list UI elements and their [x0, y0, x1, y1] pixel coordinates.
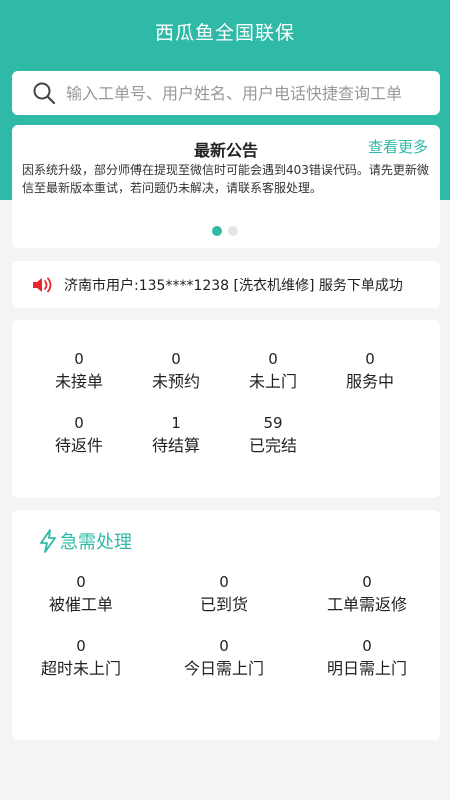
stat-label: 未上门 [248, 372, 297, 391]
stat-value: 0 [219, 637, 229, 655]
stat-label: 待结算 [151, 436, 200, 455]
stat-value: 0 [171, 350, 181, 368]
view-more-link[interactable]: 查看更多 [368, 136, 428, 157]
stat-unaccepted[interactable]: 0 未接单 [24, 350, 134, 394]
urgent-urged-orders[interactable]: 0 被催工单 [26, 573, 136, 617]
ticker-text: 济南市用户:135****1238 [洗衣机维修] 服务下单成功 [64, 277, 403, 294]
order-ticker: 济南市用户:135****1238 [洗衣机维修] 服务下单成功 [12, 261, 440, 308]
urgent-visit-tomorrow[interactable]: 0 明日需上门 [312, 637, 422, 681]
lightning-icon [40, 529, 56, 553]
search-bar[interactable] [12, 71, 440, 115]
stat-value: 59 [263, 414, 283, 432]
urgent-overdue-visit[interactable]: 0 超时未上门 [26, 637, 136, 681]
stat-label: 超时未上门 [40, 659, 121, 678]
search-icon [33, 82, 56, 105]
app-title: 西瓜鱼全国联保 [154, 22, 295, 44]
stat-label: 服务中 [345, 372, 394, 391]
speaker-icon [33, 277, 52, 292]
stat-label: 未接单 [54, 372, 103, 391]
stat-value: 1 [171, 414, 181, 432]
carousel-indicator [212, 226, 238, 236]
carousel-dot[interactable] [228, 226, 238, 236]
stat-label: 已完结 [248, 436, 297, 455]
stat-not-visited[interactable]: 0 未上门 [218, 350, 328, 394]
stat-value: 0 [362, 637, 372, 655]
stat-value: 0 [74, 350, 84, 368]
carousel-dot-active[interactable] [212, 226, 222, 236]
stat-value: 0 [365, 350, 375, 368]
notice-body: 因系统升级，部分师傅在提现至微信时可能会遇到403错误代码。请先更新微信至最新版… [22, 163, 429, 195]
search-input[interactable] [66, 83, 440, 103]
stat-in-service[interactable]: 0 服务中 [315, 350, 425, 394]
stat-label: 已到货 [199, 595, 248, 614]
urgent-title-label: 急需处理 [60, 532, 132, 553]
stat-value: 0 [362, 573, 372, 591]
stat-value: 0 [219, 573, 229, 591]
notice-card[interactable]: 最新公告 查看更多 因系统升级，部分师傅在提现至微信时可能会遇到403错误代码。… [12, 125, 440, 248]
stat-value: 0 [74, 414, 84, 432]
stat-awaiting-settlement[interactable]: 1 待结算 [121, 414, 231, 458]
stat-label: 今日需上门 [183, 659, 264, 678]
urgent-title: 急需处理 [38, 528, 132, 554]
stat-label: 未预约 [151, 372, 200, 391]
stat-value: 0 [76, 637, 86, 655]
stat-value: 0 [268, 350, 278, 368]
stat-label: 工单需返修 [326, 595, 407, 614]
stat-label: 明日需上门 [326, 659, 407, 678]
stat-awaiting-return[interactable]: 0 待返件 [24, 414, 134, 458]
urgent-panel: 急需处理 0 被催工单 0 已到货 0 工单需返修 0 超时未上门 0 今日需上… [12, 510, 440, 740]
urgent-visit-today[interactable]: 0 今日需上门 [169, 637, 279, 681]
order-status-panel: 0 未接单 0 未预约 0 未上门 0 服务中 0 待返件 1 待结算 59 已… [12, 320, 440, 498]
stat-label: 待返件 [54, 436, 103, 455]
urgent-needs-rework[interactable]: 0 工单需返修 [312, 573, 422, 617]
stat-label: 被催工单 [48, 595, 113, 614]
stat-value: 0 [76, 573, 86, 591]
stat-completed[interactable]: 59 已完结 [218, 414, 328, 458]
urgent-arrived[interactable]: 0 已到货 [169, 573, 279, 617]
stat-unscheduled[interactable]: 0 未预约 [121, 350, 231, 394]
